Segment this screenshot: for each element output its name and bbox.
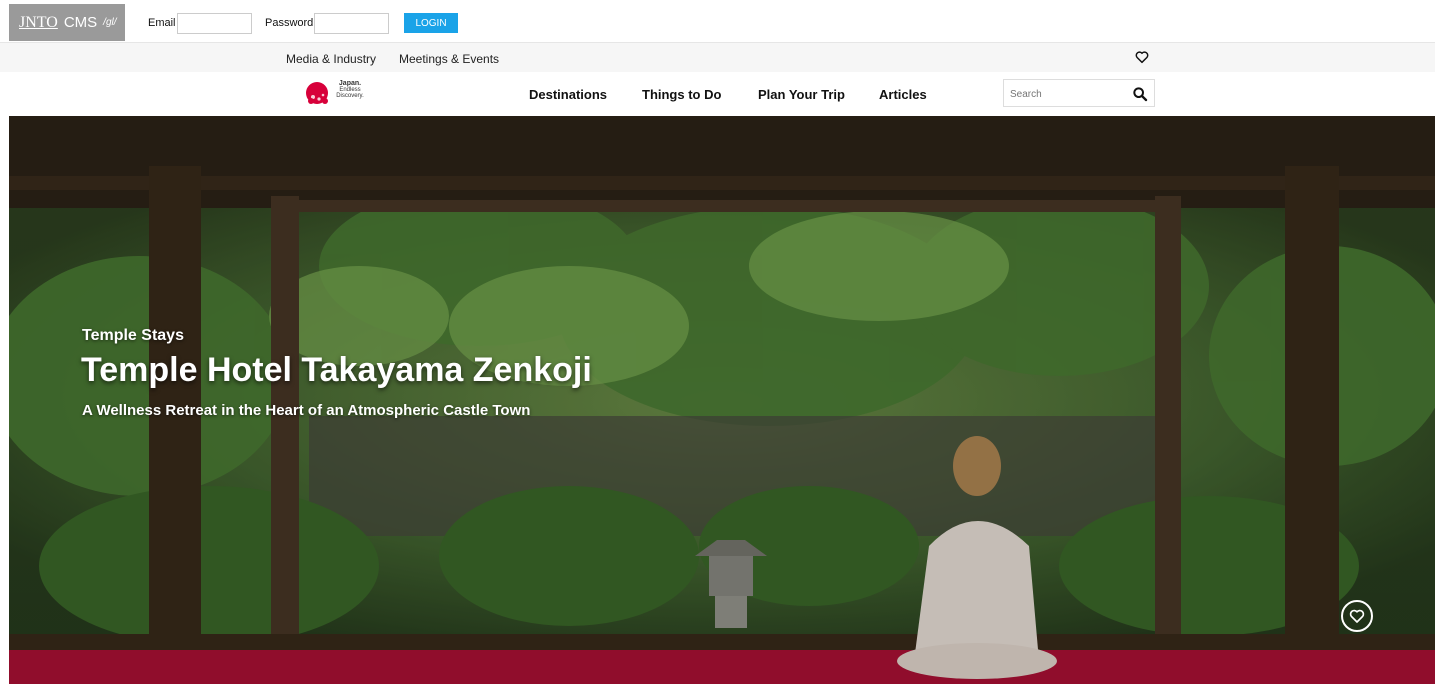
cms-logo-brand: JNTO: [19, 13, 58, 31]
hero-title: Temple Hotel Takayama Zenkoji: [81, 351, 592, 389]
login-button[interactable]: LOGIN: [404, 13, 458, 33]
cms-login-bar: JNTO CMS /gl/ Email Password LOGIN: [0, 0, 1435, 42]
search-input[interactable]: [1010, 86, 1120, 102]
hero-favorite-button[interactable]: [1341, 600, 1373, 632]
hero-image: [9, 116, 1435, 684]
brand-tagline: Japan. Endless Discovery.: [330, 80, 370, 99]
hero-subtitle: A Wellness Retreat in the Heart of an At…: [82, 402, 531, 419]
hero-banner[interactable]: Temple Stays Temple Hotel Takayama Zenko…: [9, 116, 1435, 684]
nav-link-things-to-do[interactable]: Things to Do: [642, 87, 721, 102]
password-field[interactable]: [314, 13, 389, 34]
nav-link-meetings-events[interactable]: Meetings & Events: [399, 52, 499, 66]
nav-link-articles[interactable]: Articles: [879, 87, 927, 102]
brand-line-3: Discovery.: [336, 93, 364, 99]
cms-logo-cms: CMS: [63, 14, 98, 31]
nav-link-plan-your-trip[interactable]: Plan Your Trip: [758, 87, 845, 102]
secondary-nav: Media & Industry Meetings & Events: [0, 42, 1435, 72]
cms-logo[interactable]: JNTO CMS /gl/: [9, 4, 125, 41]
search-box: [1003, 79, 1155, 107]
hero-category[interactable]: Temple Stays: [82, 327, 184, 345]
heart-outline-icon[interactable]: [1134, 49, 1150, 65]
nav-link-media-industry[interactable]: Media & Industry: [286, 52, 376, 66]
email-field[interactable]: [177, 13, 252, 34]
password-label: Password: [265, 17, 314, 29]
email-label: Email: [148, 17, 176, 29]
magnifier-icon[interactable]: [1132, 86, 1148, 102]
cms-logo-suffix: /gl/: [103, 17, 117, 28]
main-nav: Japan. Endless Discovery. Destinations T…: [0, 72, 1435, 116]
nav-link-destinations[interactable]: Destinations: [529, 87, 607, 102]
heart-circle-icon: [1349, 609, 1365, 623]
